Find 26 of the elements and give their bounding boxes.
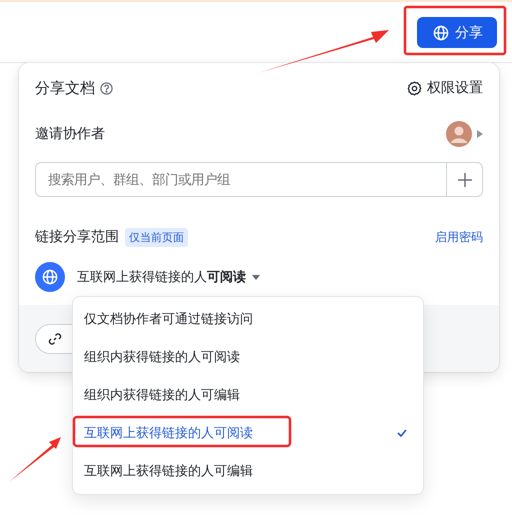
dropdown-option[interactable]: 仅文档协作者可通过链接访问 bbox=[73, 300, 423, 338]
permission-settings-button[interactable]: 权限设置 bbox=[407, 79, 483, 97]
annotation-arrow bbox=[9, 437, 61, 482]
link-permission-selector[interactable]: 互联网上获得链接的人可阅读 bbox=[77, 268, 246, 286]
search-field[interactable]: 搜索用户、群组、部门或用户组 bbox=[35, 162, 447, 197]
dropdown-option[interactable]: 组织内获得链接的人可编辑 bbox=[73, 376, 423, 414]
panel-title: 分享文档 bbox=[35, 78, 95, 98]
help-icon[interactable] bbox=[100, 82, 113, 94]
enable-password-link[interactable]: 启用密码 bbox=[435, 228, 483, 246]
dropdown-option[interactable]: 互联网上获得链接的人可阅读 bbox=[73, 414, 423, 452]
globe-icon bbox=[433, 24, 449, 40]
invite-label: 邀请协作者 bbox=[35, 125, 105, 143]
dropdown-option[interactable]: 互联网上获得链接的人可编辑 bbox=[73, 452, 423, 490]
link-scope-label: 链接分享范围 bbox=[35, 228, 119, 246]
avatar-icon[interactable] bbox=[446, 121, 472, 147]
check-icon bbox=[397, 429, 407, 437]
dropdown-arrow-icon[interactable] bbox=[252, 274, 260, 280]
share-button[interactable]: 分享 bbox=[417, 17, 497, 48]
add-button[interactable] bbox=[447, 162, 483, 197]
link-icon bbox=[48, 332, 62, 346]
dropdown-option[interactable]: 组织内获得链接的人可阅读 bbox=[73, 338, 423, 376]
scope-tag: 仅当前页面 bbox=[125, 228, 188, 246]
caret-icon[interactable] bbox=[477, 130, 483, 138]
globe-icon bbox=[42, 269, 58, 285]
plus-icon bbox=[458, 172, 472, 186]
settings-icon bbox=[407, 80, 422, 96]
